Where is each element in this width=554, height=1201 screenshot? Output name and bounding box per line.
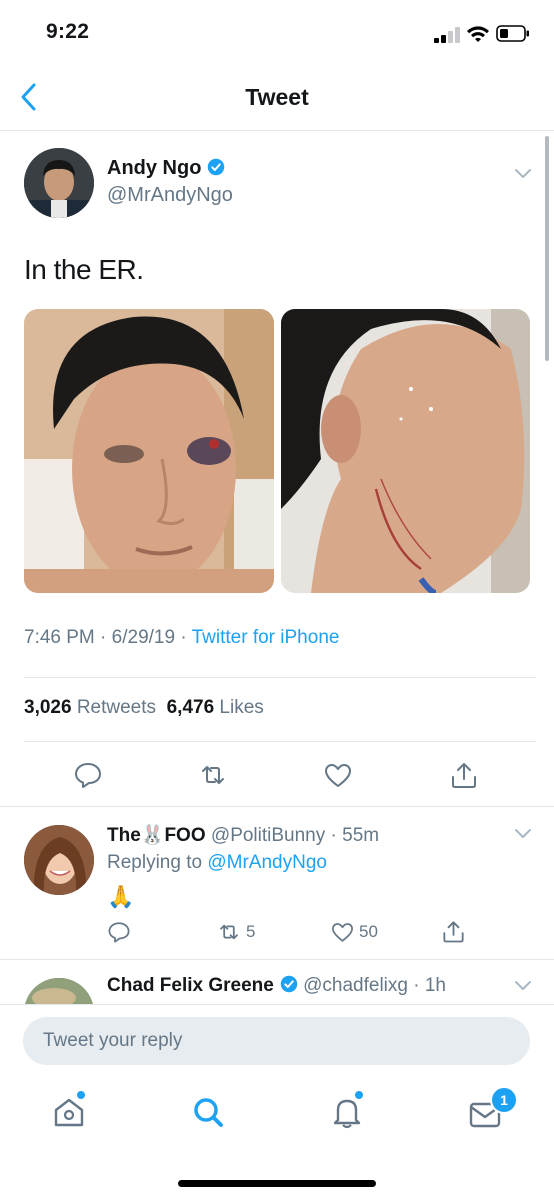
home-indicator[interactable] — [178, 1180, 376, 1187]
replying-to-link[interactable]: @MrAndyNgo — [207, 852, 327, 873]
bunny-emoji: 🐰 — [140, 825, 165, 846]
tweet-time: 7:46 PM — [24, 627, 95, 648]
retweets-count: 3,026 — [24, 697, 72, 718]
nav-divider — [0, 130, 554, 131]
reply-header[interactable]: The🐰FOO @PolitiBunny · 55m — [107, 823, 379, 847]
reply-avatar[interactable] — [24, 825, 94, 895]
retweet-icon[interactable] — [198, 760, 228, 790]
retweet-icon — [220, 924, 238, 940]
reply-author-handle[interactable]: @chadfelixg — [303, 975, 408, 996]
reply-icon[interactable] — [73, 760, 103, 790]
search-icon[interactable] — [190, 1094, 226, 1130]
tweet-photo-1[interactable] — [24, 309, 274, 593]
scrollbar[interactable] — [545, 136, 549, 361]
signal-icon — [434, 27, 460, 43]
divider — [0, 959, 554, 960]
notifications-dot — [353, 1089, 365, 1101]
retweets-stat[interactable]: 3,026 Retweets — [24, 697, 156, 718]
retweets-label: Retweets — [76, 697, 157, 718]
author-handle[interactable]: @MrAndyNgo — [107, 184, 233, 207]
home-notification-dot — [75, 1089, 87, 1101]
reply-reply-action[interactable] — [107, 920, 131, 944]
reply-composer[interactable]: Tweet your reply — [23, 1017, 530, 1065]
share-icon[interactable] — [449, 760, 479, 790]
page-title: Tweet — [245, 84, 309, 110]
tweet-photo-2-image — [281, 309, 530, 593]
verified-icon — [208, 158, 225, 176]
author-name[interactable]: Andy Ngo — [107, 157, 201, 179]
reply-author-name[interactable]: The — [107, 825, 141, 846]
reply-age: 55m — [342, 825, 380, 846]
author-avatar-image — [24, 148, 94, 218]
chevron-down-icon[interactable] — [514, 980, 532, 992]
likes-stat[interactable]: 6,476 Likes — [167, 697, 264, 718]
reply-icon — [108, 922, 130, 943]
like-icon — [332, 923, 353, 942]
verified-icon — [280, 975, 298, 993]
reply-age: 1h — [424, 975, 446, 996]
reply-retweet-count: 5 — [246, 922, 256, 941]
like-icon[interactable] — [323, 760, 353, 790]
reply-author-name-suffix[interactable]: FOO — [164, 825, 205, 846]
divider — [24, 677, 536, 678]
tweet-photo-2[interactable] — [281, 309, 530, 593]
tweet-text: In the ER. — [24, 254, 144, 285]
replying-to-line: Replying to @MrAndyNgo — [107, 852, 327, 874]
reply-avatar-image — [24, 825, 94, 895]
reply-share-action[interactable] — [441, 919, 466, 944]
replying-label: Replying to — [107, 852, 203, 873]
tweet-photo-1-image — [24, 309, 274, 593]
tweet-source-link[interactable]: Twitter for iPhone — [192, 627, 340, 648]
tweet-date: 6/29/19 — [111, 627, 176, 648]
chevron-down-icon[interactable] — [514, 828, 532, 840]
reply-like-count: 50 — [359, 922, 378, 941]
share-icon — [443, 921, 464, 943]
tweet-meta: 7:46 PM · 6/29/19 · Twitter for iPhone — [24, 627, 340, 648]
reply-body-emoji: 🙏 — [107, 884, 135, 909]
reply-composer-placeholder: Tweet your reply — [43, 1030, 183, 1051]
reply-like-action[interactable]: 50 — [330, 920, 378, 944]
status-time: 9:22 — [46, 20, 90, 43]
reply-author-handle[interactable]: @PolitiBunny — [211, 825, 325, 846]
divider — [24, 741, 536, 742]
author-avatar[interactable] — [24, 148, 94, 218]
reply-author-name[interactable]: Chad Felix Greene — [107, 975, 274, 996]
author-line[interactable]: Andy Ngo — [107, 157, 225, 180]
battery-icon — [496, 25, 529, 42]
likes-count: 6,476 — [166, 697, 215, 718]
reply-header[interactable]: Chad Felix Greene @chadfelixg · 1h — [107, 975, 446, 997]
tweet-counts: 3,026 Retweets 6,476 Likes — [24, 697, 264, 719]
reply-retweet-action[interactable]: 5 — [216, 920, 255, 944]
messages-badge: 1 — [490, 1086, 518, 1114]
likes-label: Likes — [219, 697, 264, 718]
wifi-icon — [467, 26, 489, 42]
chevron-down-icon[interactable] — [514, 168, 532, 180]
divider — [0, 806, 554, 807]
